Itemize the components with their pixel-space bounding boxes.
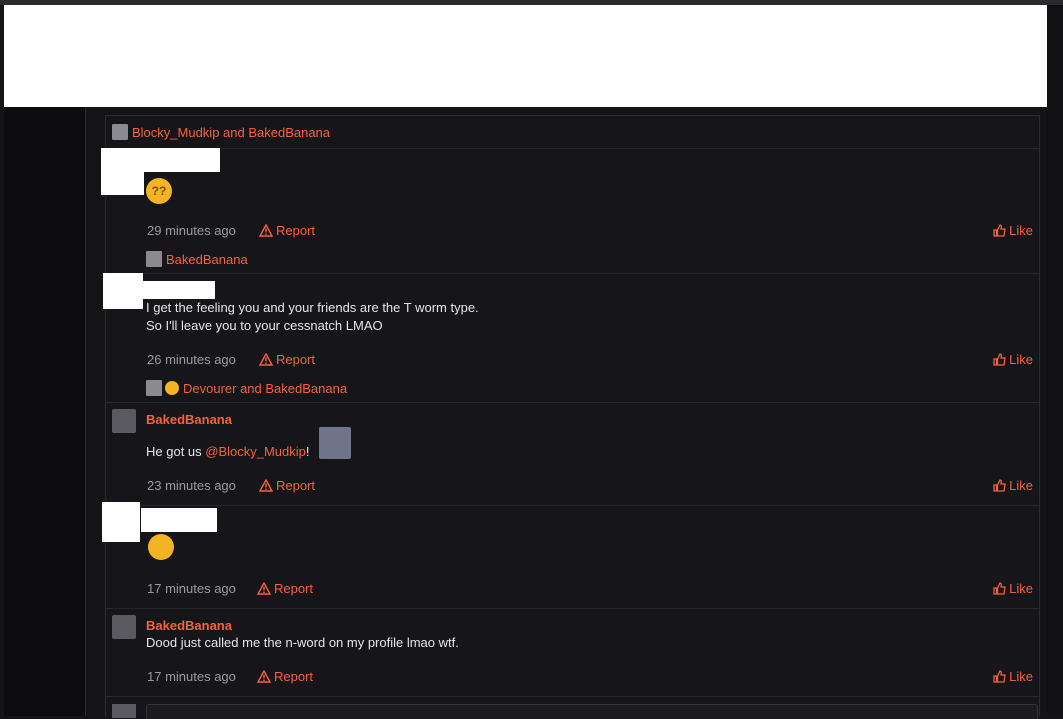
- like-button[interactable]: Like: [993, 223, 1033, 238]
- like-button[interactable]: Like: [993, 669, 1033, 684]
- warning-triangle-icon: [257, 582, 271, 595]
- thumbs-up-icon: [993, 353, 1006, 366]
- comment-body: I get the feeling you and your friends a…: [146, 300, 479, 333]
- like-button[interactable]: Like: [993, 478, 1033, 493]
- divider: [106, 696, 1039, 697]
- comment-time[interactable]: 26 minutes ago: [147, 352, 236, 367]
- thinking-emoji-icon: [165, 381, 179, 395]
- warning-triangle-icon: [259, 224, 273, 237]
- comment-time[interactable]: 17 minutes ago: [147, 581, 236, 596]
- like-button[interactable]: Like: [993, 352, 1033, 367]
- report-label: Report: [274, 669, 314, 684]
- report-button[interactable]: Report: [259, 352, 315, 367]
- comment-body: He got us @Blocky_Mudkip!: [146, 444, 310, 459]
- scroll-edge: [1047, 5, 1063, 716]
- report-label: Report: [274, 581, 314, 596]
- warning-triangle-icon: [259, 479, 273, 492]
- reply-context[interactable]: Devourer and BakedBanana: [146, 378, 1039, 398]
- like-button[interactable]: Like: [993, 581, 1033, 596]
- user-mention[interactable]: @Blocky_Mudkip: [205, 444, 306, 459]
- report-label: Report: [276, 223, 316, 238]
- avatar[interactable]: [112, 615, 136, 639]
- comment-time[interactable]: 23 minutes ago: [147, 478, 236, 493]
- thumbs-up-icon: [993, 670, 1006, 683]
- reply-input[interactable]: [146, 704, 1038, 719]
- reply-context-label: Devourer and BakedBanana: [183, 380, 348, 396]
- warning-triangle-icon: [257, 670, 271, 683]
- sleeping-emoji-icon: [148, 534, 174, 560]
- comment-author[interactable]: BakedBanana: [146, 618, 232, 633]
- sidebar-divider: [85, 107, 86, 716]
- divider: [106, 402, 1039, 403]
- redacted-author: [144, 148, 220, 172]
- avatar: [146, 380, 162, 396]
- reply-context[interactable]: BakedBanana: [146, 249, 1039, 269]
- like-label: Like: [1009, 581, 1033, 596]
- report-button[interactable]: Report: [257, 669, 313, 684]
- divider: [106, 273, 1039, 274]
- like-label: Like: [1009, 478, 1033, 493]
- avatar[interactable]: [112, 409, 136, 433]
- thumbs-up-icon: [993, 224, 1006, 237]
- redacted-banner: [4, 5, 1047, 107]
- comment-time[interactable]: 29 minutes ago: [147, 223, 236, 238]
- redacted-avatar: [101, 148, 144, 195]
- redacted-author: [141, 508, 217, 532]
- reply-context-label: Blocky_Mudkip and BakedBanana: [132, 124, 331, 140]
- report-label: Report: [276, 352, 316, 367]
- avatar: [146, 251, 162, 267]
- comment-time[interactable]: 17 minutes ago: [147, 669, 236, 684]
- divider: [106, 505, 1039, 506]
- divider: [106, 608, 1039, 609]
- thumbs-up-icon: [993, 582, 1006, 595]
- like-label: Like: [1009, 223, 1033, 238]
- report-label: Report: [276, 478, 316, 493]
- report-button[interactable]: Report: [259, 478, 315, 493]
- like-label: Like: [1009, 352, 1033, 367]
- redacted-avatar: [102, 502, 140, 542]
- crying-sticker-icon: [319, 427, 351, 459]
- comment-author[interactable]: BakedBanana: [146, 412, 232, 427]
- redacted-author: [143, 281, 215, 299]
- reply-context-label: BakedBanana: [166, 251, 248, 267]
- thinking-emoji-icon: ??: [146, 178, 172, 204]
- left-sidebar: [4, 107, 85, 716]
- avatar: [112, 124, 128, 140]
- comment-thread: Blocky_Mudkip and BakedBanana ?? 29 minu…: [101, 115, 1040, 719]
- report-button[interactable]: Report: [257, 581, 313, 596]
- divider: [106, 148, 1039, 149]
- report-button[interactable]: Report: [259, 223, 315, 238]
- comment-body: Dood just called me the n-word on my pro…: [146, 635, 459, 650]
- reply-context[interactable]: Blocky_Mudkip and BakedBanana: [112, 122, 1039, 142]
- warning-triangle-icon: [259, 353, 273, 366]
- like-label: Like: [1009, 669, 1033, 684]
- redacted-avatar: [103, 273, 143, 309]
- thumbs-up-icon: [993, 479, 1006, 492]
